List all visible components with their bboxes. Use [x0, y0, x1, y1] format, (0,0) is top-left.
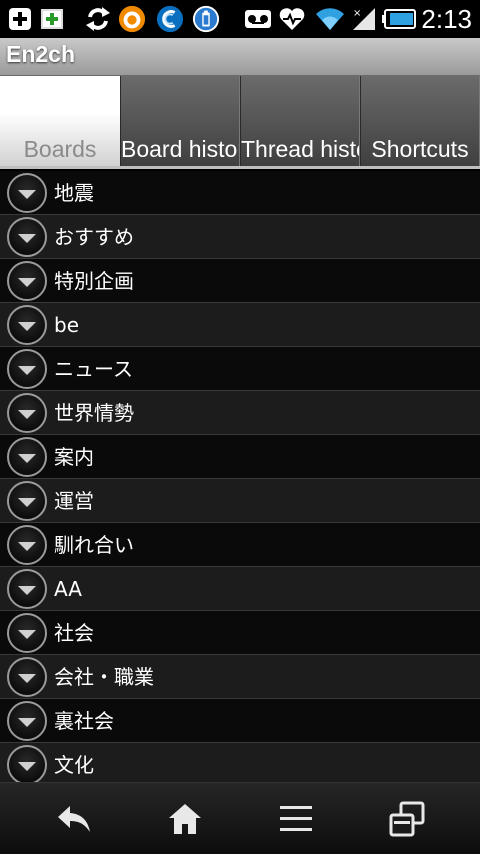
- wifi-icon: [314, 5, 346, 33]
- svg-text:×: ×: [353, 8, 361, 19]
- tab-board-history[interactable]: Board history: [120, 76, 240, 169]
- tab-shortcuts[interactable]: Shortcuts: [360, 76, 480, 169]
- board-label: おすすめ: [54, 225, 134, 249]
- heart-icon: [278, 5, 306, 33]
- board-label: 社会: [54, 621, 94, 645]
- board-label: 地震: [54, 181, 94, 205]
- tab-boards[interactable]: Boards: [0, 76, 120, 169]
- expand-icon[interactable]: [7, 701, 47, 741]
- board-label: ニュース: [54, 357, 133, 381]
- home-icon: [169, 804, 201, 834]
- list-item[interactable]: 案内: [0, 435, 480, 479]
- tab-label: Thread history: [241, 136, 359, 162]
- sync-icon: [84, 5, 112, 33]
- board-label: AA: [54, 577, 82, 601]
- app-title: En2ch: [6, 41, 76, 67]
- expand-icon[interactable]: [7, 657, 47, 697]
- board-label: 裏社会: [54, 709, 114, 733]
- expand-icon[interactable]: [7, 613, 47, 653]
- list-item[interactable]: 社会: [0, 611, 480, 655]
- image-plus-icon: [38, 5, 66, 33]
- list-item[interactable]: 文化: [0, 743, 480, 782]
- board-label: 特別企画: [54, 269, 134, 293]
- back-icon: [58, 806, 90, 832]
- expand-icon[interactable]: [7, 393, 47, 433]
- expand-icon[interactable]: [7, 569, 47, 609]
- list-item[interactable]: AA: [0, 567, 480, 611]
- expand-icon[interactable]: [7, 305, 47, 345]
- list-item[interactable]: 会社・職業: [0, 655, 480, 699]
- battery-icon: [382, 5, 416, 33]
- list-item[interactable]: ニュース: [0, 347, 480, 391]
- board-label: be: [54, 313, 79, 337]
- list-item[interactable]: 運営: [0, 479, 480, 523]
- expand-icon[interactable]: [7, 349, 47, 389]
- tab-thread-history[interactable]: Thread history: [240, 76, 360, 169]
- expand-icon[interactable]: [7, 481, 47, 521]
- list-item[interactable]: be: [0, 303, 480, 347]
- tab-bar: Boards Board history Thread history Shor…: [0, 76, 480, 169]
- signal-icon: ×: [350, 5, 378, 33]
- tab-label: Boards: [23, 136, 97, 162]
- title-bar: En2ch: [0, 38, 480, 76]
- tab-label: Board history: [121, 136, 239, 162]
- add-icon: [6, 5, 34, 33]
- blue-circle-icon: [156, 5, 184, 33]
- menu-icon: [280, 806, 312, 831]
- list-item[interactable]: 地震: [0, 171, 480, 215]
- board-label: 案内: [54, 445, 94, 469]
- list-item[interactable]: 馴れ合い: [0, 523, 480, 567]
- navigation-bar: [0, 782, 480, 854]
- board-label: 会社・職業: [54, 665, 154, 689]
- recent-apps-button[interactable]: [347, 783, 467, 854]
- tab-divider: [0, 166, 480, 169]
- home-button[interactable]: [125, 783, 245, 854]
- board-label: 世界情勢: [54, 401, 134, 425]
- expand-icon[interactable]: [7, 745, 47, 782]
- recent-apps-icon: [389, 801, 425, 837]
- list-item[interactable]: おすすめ: [0, 215, 480, 259]
- board-label: 馴れ合い: [54, 533, 134, 557]
- status-bar: × 2:13: [0, 0, 480, 38]
- tab-label: Shortcuts: [371, 136, 469, 162]
- expand-icon[interactable]: [7, 261, 47, 301]
- list-item[interactable]: 世界情勢: [0, 391, 480, 435]
- back-button[interactable]: [15, 783, 135, 854]
- expand-icon[interactable]: [7, 437, 47, 477]
- list-item[interactable]: 裏社会: [0, 699, 480, 743]
- expand-icon[interactable]: [7, 525, 47, 565]
- orange-circle-icon: [118, 5, 146, 33]
- board-list[interactable]: 地震 おすすめ 特別企画 be ニュース 世界情勢 案内 運営 馴れ合い AA …: [0, 171, 480, 782]
- board-label: 運営: [54, 489, 94, 513]
- voicemail-icon: [244, 5, 272, 33]
- battery-widget-icon: [192, 5, 220, 33]
- list-item[interactable]: 特別企画: [0, 259, 480, 303]
- expand-icon[interactable]: [7, 173, 47, 213]
- menu-button[interactable]: [236, 783, 356, 854]
- board-label: 文化: [54, 753, 94, 777]
- clock: 2:13: [421, 4, 472, 34]
- expand-icon[interactable]: [7, 217, 47, 257]
